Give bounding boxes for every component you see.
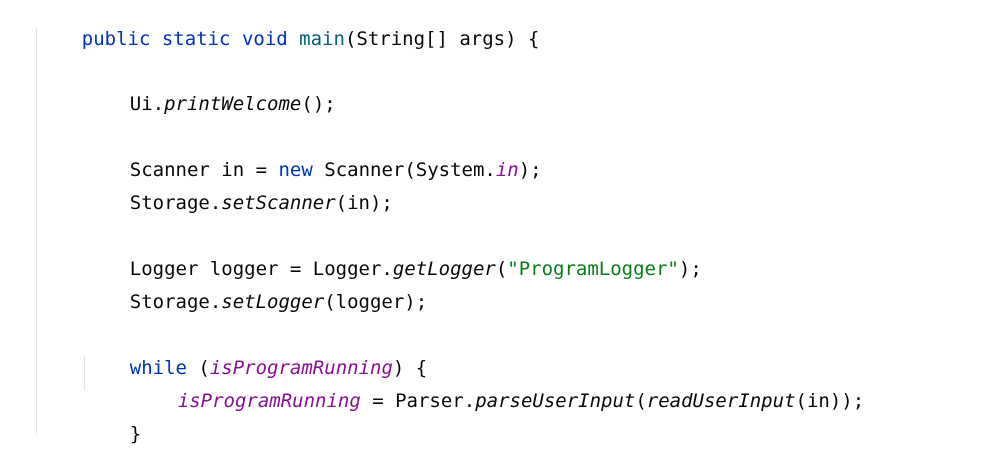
class-ref-storage: Storage.	[129, 192, 222, 214]
code-line-close-brace[interactable]: }	[84, 392, 141, 445]
keyword-public: public	[81, 28, 151, 50]
method-call-set-logger: setLogger	[221, 291, 325, 313]
code-line-parse-input[interactable]: isProgramRunning = Parser.parseUserInput…	[132, 359, 864, 412]
open-paren: (	[495, 258, 508, 280]
method-call-print-welcome: printWelcome	[164, 93, 302, 115]
class-ref-storage: Storage.	[129, 291, 222, 313]
method-params: (String[] args) {	[344, 28, 540, 50]
method-name-main: main	[299, 28, 345, 50]
call-args: (logger);	[324, 291, 428, 313]
statement-end: );	[518, 159, 542, 181]
method-call-parse-user-input: parseUserInput	[475, 390, 636, 412]
code-line-set-logger[interactable]: Storage.setLogger(logger);	[84, 260, 427, 313]
code-line-while-loop[interactable]: while (isProgramRunning) {	[84, 326, 427, 379]
code-line-logger-declaration[interactable]: Logger logger = Logger.getLogger("Progra…	[84, 227, 702, 280]
indent-guide-method	[36, 28, 37, 435]
assignment-parser: = Parser.	[360, 390, 476, 412]
code-line-print-welcome[interactable]: Ui.printWelcome();	[84, 62, 336, 115]
keyword-static: static	[161, 28, 231, 50]
field-system-in: in	[495, 159, 519, 181]
class-ref-ui: Ui.	[129, 93, 165, 115]
open-paren: (	[635, 390, 647, 412]
code-line-method-signature[interactable]: public static void main(String[] args) {	[36, 0, 540, 50]
string-literal-program-logger: "ProgramLogger"	[507, 258, 679, 280]
code-editor[interactable]: public static void main(String[] args) {…	[0, 0, 1004, 445]
code-line-set-scanner[interactable]: Storage.setScanner(in);	[84, 161, 393, 214]
method-call-set-scanner: setScanner	[221, 192, 336, 214]
code-line-scanner-declaration[interactable]: Scanner in = new Scanner(System.in);	[84, 128, 542, 181]
field-is-program-running: isProgramRunning	[177, 390, 361, 412]
loop-close-brace: }	[129, 423, 142, 445]
method-call-read-user-input: readUserInput	[646, 390, 796, 412]
call-args: (in);	[335, 192, 393, 214]
statement-end: );	[678, 258, 702, 280]
keyword-void: void	[241, 28, 288, 50]
call-parens: ();	[301, 93, 336, 115]
statement-end: (in));	[795, 390, 865, 412]
